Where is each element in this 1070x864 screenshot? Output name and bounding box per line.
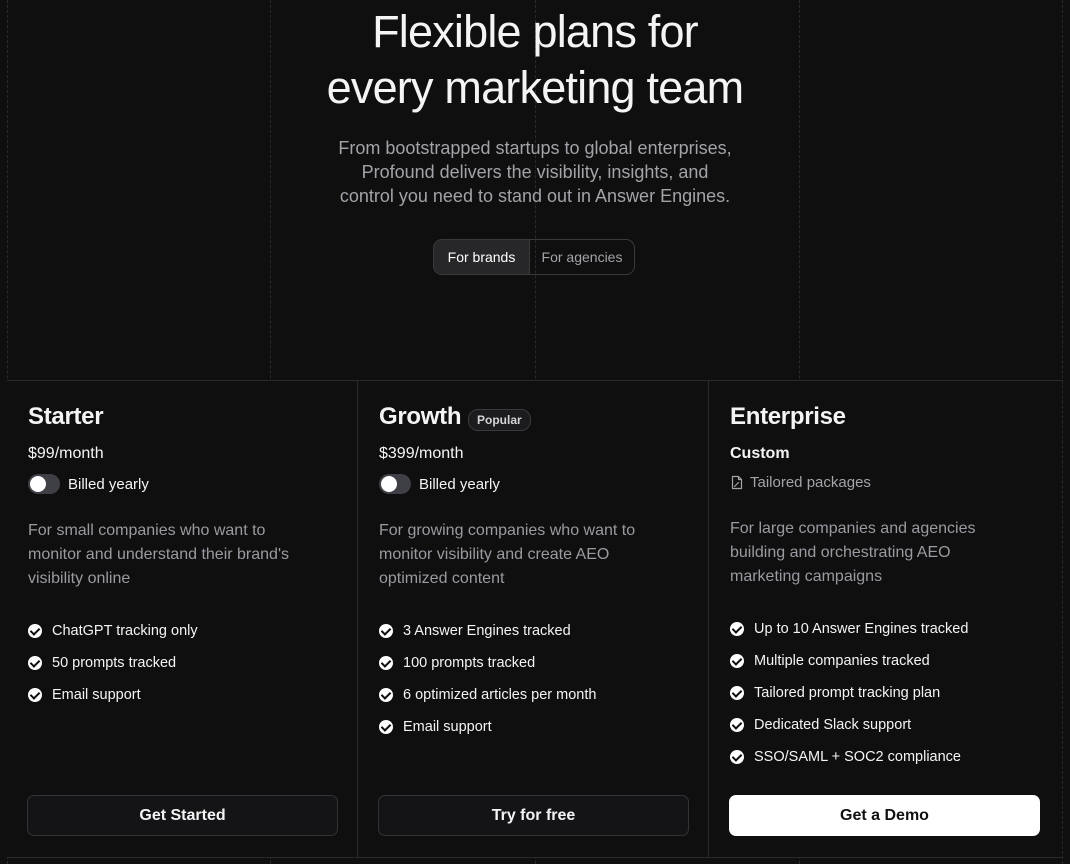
feature-item: 100 prompts tracked — [379, 647, 596, 679]
page-title-line: Flexible plans for — [372, 6, 699, 57]
page-title-line: every marketing team — [326, 62, 744, 113]
check-circle-icon — [28, 624, 42, 638]
get-a-demo-button[interactable]: Get a Demo — [729, 795, 1040, 836]
feature-item: Up to 10 Answer Engines tracked — [730, 613, 968, 645]
plan-name: Growth — [379, 403, 462, 430]
plan-description-line: For small companies who want to — [28, 522, 266, 539]
feature-item: ChatGPT tracking only — [28, 615, 198, 647]
billed-yearly-switch[interactable] — [28, 474, 60, 494]
document-pen-icon — [731, 475, 743, 490]
price-amount: $399 — [379, 445, 415, 462]
plan-price: $399/month — [379, 445, 464, 463]
feature-item: Dedicated Slack support — [730, 709, 968, 741]
plan-description: For large companies and agencies buildin… — [730, 517, 1030, 589]
plan-card-enterprise: Enterprise Custom Tailored packages For … — [709, 381, 1062, 857]
check-circle-icon — [379, 688, 393, 702]
feature-list: ChatGPT tracking only 50 prompts tracked… — [28, 615, 198, 711]
plan-description: For small companies who want to monitor … — [28, 519, 328, 591]
check-circle-icon — [28, 688, 42, 702]
feature-label: Up to 10 Answer Engines tracked — [754, 621, 969, 637]
plan-description: For growing companies who want to monito… — [379, 519, 679, 591]
feature-item: Multiple companies tracked — [730, 645, 968, 677]
check-circle-icon — [379, 624, 393, 638]
grid-guide-line — [1062, 0, 1063, 864]
feature-label: Dedicated Slack support — [754, 717, 912, 733]
page-title: Flexible plans for every marketing team — [0, 4, 1070, 116]
check-circle-icon — [379, 656, 393, 670]
check-circle-icon — [379, 720, 393, 734]
check-circle-icon — [730, 622, 744, 636]
check-circle-icon — [730, 750, 744, 764]
switch-knob — [381, 476, 397, 492]
billing-toggle-row: Billed yearly — [379, 474, 500, 494]
feature-item: SSO/SAML + SOC2 compliance — [730, 741, 968, 773]
feature-item: 3 Answer Engines tracked — [379, 615, 596, 647]
page-subtitle: From bootstrapped startups to global ent… — [0, 136, 1070, 208]
tab-for-agencies[interactable]: For agencies — [530, 240, 634, 274]
feature-item: Tailored prompt tracking plan — [730, 677, 968, 709]
feature-list: 3 Answer Engines tracked 100 prompts tra… — [379, 615, 596, 743]
feature-label: ChatGPT tracking only — [52, 623, 198, 639]
plan-description-line: optimized content — [379, 570, 505, 587]
check-circle-icon — [730, 654, 744, 668]
feature-item: Email support — [28, 679, 198, 711]
pricing-cards: Starter $99/month Billed yearly For smal… — [7, 380, 1062, 858]
feature-label: Tailored prompt tracking plan — [754, 685, 941, 701]
get-started-button[interactable]: Get Started — [27, 795, 338, 836]
tab-for-brands[interactable]: For brands — [434, 240, 530, 274]
page-subtitle-line: control you need to stand out in Answer … — [339, 186, 731, 206]
plan-description-line: marketing campaigns — [730, 568, 883, 585]
switch-knob — [30, 476, 46, 492]
popular-badge: Popular — [468, 409, 531, 431]
plan-description-line: For large companies and agencies — [730, 520, 976, 537]
plan-card-starter: Starter $99/month Billed yearly For smal… — [7, 381, 358, 857]
price-period: /month — [54, 445, 104, 462]
feature-label: 3 Answer Engines tracked — [403, 623, 571, 639]
feature-label: 50 prompts tracked — [52, 655, 177, 671]
tailored-packages-row: Tailored packages — [730, 474, 871, 491]
feature-label: Multiple companies tracked — [754, 653, 930, 669]
feature-label: Email support — [52, 687, 141, 703]
plan-name: Enterprise — [730, 403, 846, 430]
audience-toggle: For brands For agencies — [433, 239, 635, 275]
price-amount: $99 — [28, 445, 55, 462]
feature-label: SSO/SAML + SOC2 compliance — [754, 749, 961, 765]
page-subtitle-line: Profound delivers the visibility, insigh… — [361, 162, 709, 182]
plan-description-line: monitor visibility and create AEO — [379, 546, 610, 563]
plan-card-growth: Growth Popular $399/month Billed yearly … — [358, 381, 709, 857]
feature-item: 6 optimized articles per month — [379, 679, 596, 711]
billed-yearly-switch[interactable] — [379, 474, 411, 494]
plan-description-line: building and orchestrating AEO — [730, 544, 951, 561]
plan-price: Custom — [730, 445, 790, 462]
billing-toggle-row: Billed yearly — [28, 474, 149, 494]
price-period: /month — [414, 445, 464, 462]
plan-description-line: monitor and understand their brand's — [28, 546, 289, 563]
check-circle-icon — [730, 686, 744, 700]
feature-item: 50 prompts tracked — [28, 647, 198, 679]
plan-description-line: visibility online — [28, 570, 131, 587]
billing-label: Billed yearly — [68, 475, 149, 493]
billing-label: Billed yearly — [419, 475, 500, 493]
tailored-packages-label: Tailored packages — [750, 474, 871, 491]
plan-price: $99/month — [28, 445, 104, 463]
plan-name: Starter — [28, 403, 104, 430]
feature-list: Up to 10 Answer Engines tracked Multiple… — [730, 613, 968, 773]
check-circle-icon — [730, 718, 744, 732]
check-circle-icon — [28, 656, 42, 670]
plan-description-line: For growing companies who want to — [379, 522, 636, 539]
feature-item: Email support — [379, 711, 596, 743]
feature-label: 100 prompts tracked — [403, 655, 536, 671]
try-for-free-button[interactable]: Try for free — [378, 795, 689, 836]
page-subtitle-line: From bootstrapped startups to global ent… — [338, 138, 732, 158]
feature-label: 6 optimized articles per month — [403, 687, 597, 703]
pricing-page: Flexible plans for every marketing team … — [0, 0, 1070, 864]
feature-label: Email support — [403, 719, 492, 735]
